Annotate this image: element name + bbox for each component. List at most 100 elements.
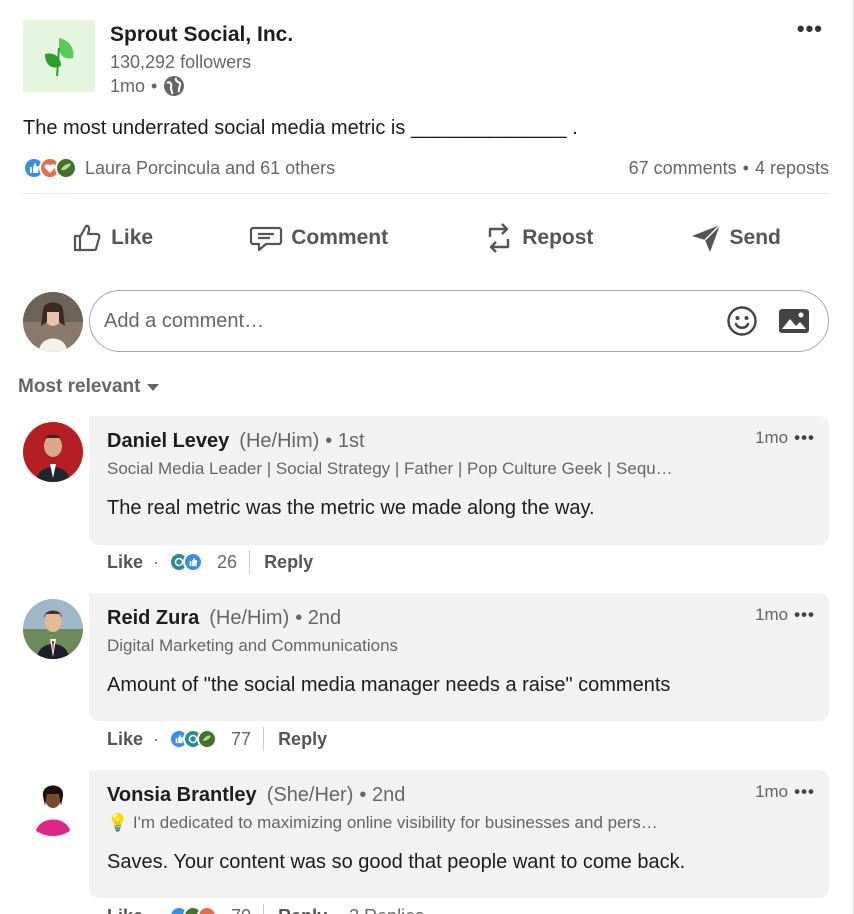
post-time: 1mo	[110, 75, 146, 96]
caret-down-icon	[147, 384, 160, 391]
comment-time: 1mo	[755, 605, 789, 624]
comment-button[interactable]: Comment	[237, 217, 400, 259]
sprout-leaf-icon	[45, 38, 74, 77]
like-reaction-icon	[183, 552, 204, 572]
comment-text: Saves. Your content was so good that peo…	[107, 851, 686, 873]
action-divider	[249, 550, 251, 574]
post-card: Sprout Social, Inc. 130,292 followers 1m…	[0, 0, 854, 914]
send-button[interactable]: Send	[678, 216, 793, 260]
support-reaction-icon	[197, 729, 218, 749]
comment-more-button[interactable]: •••	[794, 428, 815, 448]
reaction-icons	[23, 157, 77, 179]
post-text: The most underrated social media metric …	[23, 117, 578, 139]
globe-icon	[164, 76, 185, 96]
reposts-count-link[interactable]: 4 reposts	[755, 158, 829, 179]
thumbs-up-icon	[73, 224, 101, 252]
comment-more-button[interactable]: •••	[794, 782, 815, 802]
reaction-count[interactable]: 70	[231, 906, 251, 914]
comment-more-button[interactable]: •••	[794, 605, 815, 625]
sort-dropdown[interactable]: Most relevant	[18, 376, 160, 398]
like-button[interactable]: Like	[59, 216, 165, 260]
reactors-text: Laura Porcincula and 61 others	[85, 157, 336, 178]
commenter-headline: 💡 I'm dedicated to maximizing online vis…	[107, 813, 658, 832]
comment-actions: Like · 77 Reply	[107, 725, 349, 753]
comment-bubble: Daniel Levey (He/Him) • 1st Social Media…	[89, 416, 829, 545]
comment-meta: 1mo •••	[755, 605, 815, 625]
divider	[23, 193, 829, 194]
comment-actions: Like · 26 Reply	[107, 548, 335, 576]
follower-count: 130,292 followers	[110, 52, 252, 72]
support-reaction-icon	[55, 157, 77, 179]
comment-header: Daniel Levey (He/Him) • 1st	[107, 430, 811, 453]
engagement-counts: 67 comments • 4 reposts	[629, 158, 829, 179]
meta-separator: •	[151, 75, 158, 96]
connection-degree: • 2nd	[359, 784, 406, 806]
connection-degree: • 2nd	[295, 607, 342, 629]
commenter-avatar[interactable]	[23, 776, 83, 836]
comment-like-button[interactable]: Like	[107, 906, 143, 914]
comment-meta: 1mo •••	[755, 782, 815, 802]
comment-time: 1mo	[755, 428, 789, 447]
action-dot: ·	[153, 728, 160, 749]
commenter-pronouns: (He/Him)	[239, 430, 320, 452]
comment-reaction-icons[interactable]	[169, 729, 218, 749]
comment-label: Comment	[291, 226, 389, 249]
reaction-count[interactable]: 26	[217, 552, 237, 573]
commenter-headline: Social Media Leader | Social Strategy | …	[107, 459, 673, 478]
comment-text: Amount of "the social media manager need…	[107, 674, 671, 696]
repost-icon	[489, 223, 510, 253]
send-paper-plane-icon	[691, 224, 721, 252]
emoji-icon[interactable]	[722, 301, 762, 341]
repost-label: Repost	[522, 226, 594, 249]
love-reaction-icon	[197, 906, 218, 914]
commenter-avatar[interactable]	[23, 599, 83, 659]
post-more-menu-button[interactable]: •••	[797, 16, 823, 42]
commenter-avatar[interactable]	[23, 422, 83, 482]
reactions-summary[interactable]: Laura Porcincula and 61 others	[23, 157, 335, 179]
comment-reply-button[interactable]: Reply	[264, 552, 313, 573]
commenter-name[interactable]: Reid Zura	[107, 607, 199, 630]
commenter-name[interactable]: Vonsia Brantley	[107, 784, 257, 807]
action-divider	[263, 904, 265, 914]
connection-degree: • 1st	[325, 430, 365, 452]
comment-input[interactable]: Add a comment…	[89, 290, 829, 352]
action-dot: ·	[153, 906, 159, 914]
comment-text: The real metric was the metric we made a…	[107, 497, 595, 519]
commenter-pronouns: (She/Her)	[266, 784, 354, 806]
comment-reply-button[interactable]: Reply	[278, 729, 327, 750]
repost-button[interactable]: Repost	[472, 215, 605, 261]
comment-like-button[interactable]: Like	[107, 729, 143, 750]
action-dot: ·	[153, 551, 160, 572]
commenter-pronouns: (He/Him)	[209, 607, 290, 629]
current-user-avatar[interactable]	[23, 292, 83, 352]
comment-header: Reid Zura (He/Him) • 2nd	[107, 607, 811, 630]
send-label: Send	[729, 226, 781, 249]
sort-label: Most relevant	[18, 376, 141, 397]
company-name[interactable]: Sprout Social, Inc.	[110, 23, 293, 47]
comment-reaction-icons[interactable]	[169, 906, 218, 914]
comment-actions: Like · 70 Reply 3 Replies	[107, 902, 424, 914]
comment-reaction-icons[interactable]	[169, 552, 204, 572]
comment-header: Vonsia Brantley (She/Her) • 2nd	[107, 784, 811, 807]
commenter-headline: Digital Marketing and Communications	[107, 636, 399, 655]
comments-count-link[interactable]: 67 comments	[629, 158, 737, 179]
image-icon[interactable]	[774, 301, 814, 341]
comment-bubble: Reid Zura (He/Him) • 2nd Digital Marketi…	[89, 593, 829, 721]
post-meta: 1mo •	[110, 75, 185, 97]
comment-bubble-icon	[250, 226, 283, 252]
comment-placeholder[interactable]: Add a comment…	[104, 310, 710, 333]
like-label: Like	[111, 226, 154, 249]
action-divider	[263, 727, 265, 751]
comment-time: 1mo	[755, 782, 789, 801]
comment-like-button[interactable]: Like	[107, 552, 143, 573]
commenter-name[interactable]: Daniel Levey	[107, 430, 229, 453]
replies-count[interactable]: 3 Replies	[349, 906, 424, 914]
comment-meta: 1mo •••	[755, 428, 815, 448]
comment-reply-button[interactable]: Reply	[278, 906, 327, 914]
comment-bubble: Vonsia Brantley (She/Her) • 2nd 💡 I'm de…	[89, 770, 829, 898]
company-logo[interactable]	[23, 20, 95, 92]
post-action-bar: Like Comment Repost Send	[23, 212, 829, 264]
social-counts: Laura Porcincula and 61 others 67 commen…	[23, 155, 829, 181]
count-separator: •	[742, 157, 749, 178]
reaction-count[interactable]: 77	[231, 729, 251, 750]
